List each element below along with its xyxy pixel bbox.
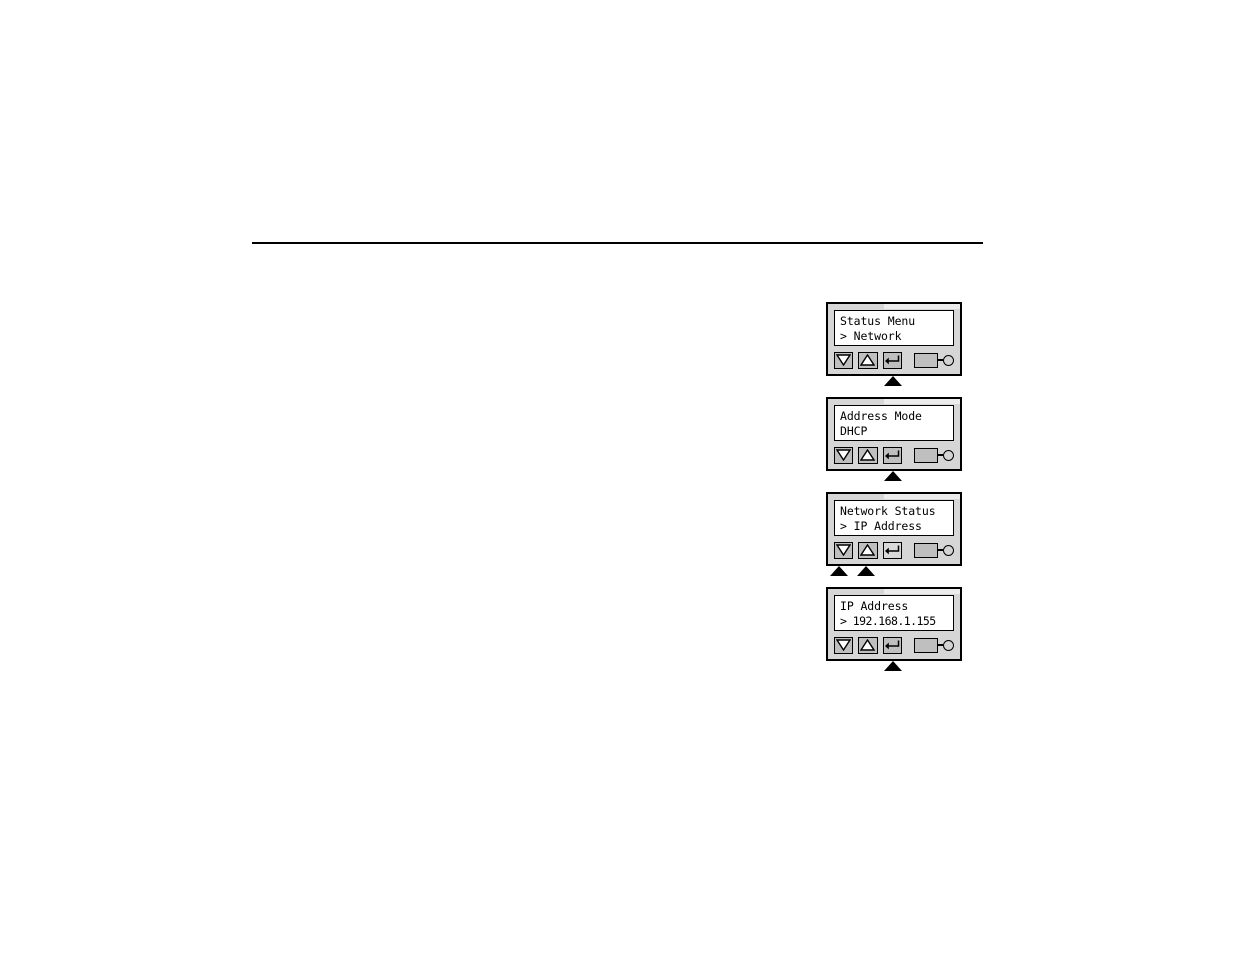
- control-panel-sequence: Status Menu > Network Address Mode DHCP Netw…: [826, 302, 966, 682]
- led-button[interactable]: [913, 542, 938, 558]
- down-button[interactable]: [834, 446, 854, 464]
- down-button[interactable]: [834, 541, 854, 559]
- down-button[interactable]: [834, 636, 854, 654]
- pointer-arrow-enter: [884, 471, 902, 481]
- lcd-line-1: Status Menu: [840, 314, 916, 328]
- led-indicator-icon: [942, 449, 954, 461]
- pointer-arrows: [826, 566, 966, 577]
- control-panel-address-mode: Address Mode DHCP: [826, 397, 966, 482]
- pointer-arrow-up: [857, 566, 875, 576]
- panel-bezel: Network Status > IP Address: [826, 492, 962, 566]
- pointer-arrow-down: [830, 566, 848, 576]
- lcd-line-2: > 192.168.1.155: [840, 614, 936, 628]
- lcd-line-2: DHCP: [840, 424, 868, 438]
- status-led-group: [913, 447, 954, 463]
- triangle-up-icon: [860, 354, 876, 366]
- led-button[interactable]: [913, 637, 938, 653]
- up-button[interactable]: [858, 446, 878, 464]
- pointer-arrows: [826, 661, 966, 672]
- up-button[interactable]: [858, 541, 878, 559]
- lcd-display: Status Menu > Network: [834, 310, 954, 346]
- status-led-group: [913, 542, 954, 558]
- lcd-display: Address Mode DHCP: [834, 405, 954, 441]
- control-panel-ip-address: IP Address > 192.168.1.155: [826, 587, 966, 672]
- return-arrow-icon: [884, 545, 900, 555]
- enter-button[interactable]: [882, 446, 902, 464]
- pointer-arrows: [826, 376, 966, 387]
- up-button[interactable]: [858, 636, 878, 654]
- lcd-line-1: Network Status: [840, 504, 936, 518]
- status-led-group: [913, 352, 954, 368]
- lcd-line-1: Address Mode: [840, 409, 922, 423]
- return-arrow-icon: [884, 355, 900, 365]
- header-rule: [252, 242, 983, 244]
- led-button[interactable]: [913, 447, 938, 463]
- down-button[interactable]: [834, 351, 854, 369]
- button-row: [834, 351, 954, 369]
- up-button[interactable]: [858, 351, 878, 369]
- pointer-arrow-enter: [884, 376, 902, 386]
- button-row: [834, 636, 954, 654]
- panel-bezel: Status Menu > Network: [826, 302, 962, 376]
- triangle-up-icon: [860, 639, 876, 651]
- pointer-arrow-enter: [884, 661, 902, 671]
- triangle-down-icon: [836, 354, 852, 366]
- status-led-group: [913, 637, 954, 653]
- triangle-down-icon: [836, 449, 852, 461]
- return-arrow-icon: [884, 640, 900, 650]
- triangle-down-icon: [836, 544, 852, 556]
- triangle-down-icon: [836, 639, 852, 651]
- lcd-display: Network Status > IP Address: [834, 500, 954, 536]
- button-row: [834, 446, 954, 464]
- pointer-arrows: [826, 471, 966, 482]
- button-row: [834, 541, 954, 559]
- led-indicator-icon: [942, 639, 954, 651]
- panel-bezel: IP Address > 192.168.1.155: [826, 587, 962, 661]
- enter-button[interactable]: [882, 636, 902, 654]
- led-indicator-icon: [942, 544, 954, 556]
- enter-button[interactable]: [882, 351, 902, 369]
- led-button[interactable]: [913, 352, 938, 368]
- lcd-line-1: IP Address: [840, 599, 909, 613]
- control-panel-network-status: Network Status > IP Address: [826, 492, 966, 577]
- panel-bezel: Address Mode DHCP: [826, 397, 962, 471]
- lcd-line-2: > IP Address: [840, 519, 922, 533]
- return-arrow-icon: [884, 450, 900, 460]
- lcd-line-2: > Network: [840, 329, 902, 343]
- triangle-up-icon: [860, 449, 876, 461]
- lcd-display: IP Address > 192.168.1.155: [834, 595, 954, 631]
- triangle-up-icon: [860, 544, 876, 556]
- enter-button[interactable]: [882, 541, 902, 559]
- led-indicator-icon: [942, 354, 954, 366]
- control-panel-status-menu: Status Menu > Network: [826, 302, 966, 387]
